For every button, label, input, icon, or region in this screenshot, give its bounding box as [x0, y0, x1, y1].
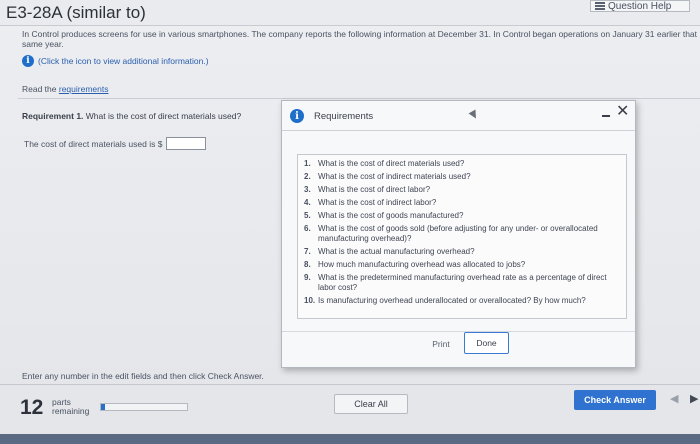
minimize-button[interactable]: [602, 115, 610, 117]
requirement-item: 10. Is manufacturing overhead underalloca…: [304, 296, 622, 306]
info-icon: i: [290, 109, 304, 123]
progress-fill: [101, 404, 106, 410]
requirement-number: 4.: [304, 198, 311, 208]
additional-info-text[interactable]: (Click the icon to view additional infor…: [38, 56, 209, 66]
requirement-item: 7. What is the actual manufacturing overh…: [304, 247, 622, 257]
info-icon[interactable]: i: [22, 55, 34, 67]
requirement-item: 4. What is the cost of indirect labor?: [304, 198, 622, 208]
requirement-item-text: What is the predetermined manufacturing …: [318, 273, 607, 292]
answer-prefix: The cost of direct materials used is $: [24, 138, 163, 149]
read-requirements-prefix: Read the: [22, 84, 59, 94]
requirement-number: 8.: [304, 260, 311, 270]
requirements-link[interactable]: requirements: [59, 84, 109, 94]
previous-arrow-icon[interactable]: ◀: [670, 392, 678, 405]
parts-label-line2: remaining: [52, 406, 90, 416]
requirement-item: 5. What is the cost of goods manufactured…: [304, 211, 622, 221]
question-help-label: Question Help: [608, 0, 672, 12]
requirement-item-text: What is the cost of indirect materials u…: [318, 172, 471, 182]
requirement-number: 3.: [304, 185, 311, 195]
requirement-item-text: What is the cost of goods sold (before a…: [318, 224, 598, 243]
done-button[interactable]: Done: [464, 332, 509, 354]
additional-info-link[interactable]: i (Click the icon to view additional inf…: [22, 55, 209, 67]
next-arrow-icon[interactable]: ▶: [690, 392, 698, 405]
parts-count: 12: [20, 396, 44, 419]
question-help-button[interactable]: Question Help: [590, 0, 690, 12]
requirement-number: 6.: [304, 224, 311, 234]
requirement-number: 10.: [304, 295, 316, 305]
requirement-item-text: Is manufacturing overhead underallocated…: [318, 295, 586, 305]
requirement-item: 1. What is the cost of direct materials u…: [304, 159, 622, 169]
requirement-number: 1.: [304, 159, 311, 168]
requirement-item-text: What is the cost of goods manufactured?: [318, 211, 464, 221]
modal-footer-divider: [282, 331, 635, 332]
page: E3-28A (similar to) Question Help In Con…: [0, 0, 700, 444]
requirement-item-text: What is the actual manufacturing overhea…: [318, 247, 475, 257]
requirement-item: 9. What is the predetermined manufacturin…: [304, 273, 622, 292]
parts-label: parts remaining: [52, 398, 89, 416]
read-requirements: Read the requirements: [22, 84, 108, 94]
requirement-number: 2.: [304, 172, 311, 182]
requirement-number: 7.: [304, 247, 311, 257]
answer-input[interactable]: [166, 137, 207, 150]
modal-header: i Requirements ✕: [282, 101, 635, 131]
check-answer-button[interactable]: Check Answer: [574, 390, 656, 410]
requirement-question: Requirement 1. What is the cost of direc…: [22, 111, 241, 121]
answer-row: The cost of direct materials used is $: [24, 137, 207, 150]
requirement-item-text: What is the cost of indirect labor?: [318, 198, 437, 208]
requirement-label: Requirement 1.: [22, 111, 84, 121]
progress-bar: [100, 403, 188, 411]
divider: [18, 98, 700, 99]
clear-all-button[interactable]: Clear All: [334, 394, 408, 414]
requirement-number: 5.: [304, 211, 311, 221]
requirement-item: 2. What is the cost of indirect materials…: [304, 172, 622, 182]
requirement-text: What is the cost of direct materials use…: [85, 111, 242, 121]
title-bar: E3-28A (similar to) Question Help: [0, 0, 700, 26]
requirements-list: 1. What is the cost of direct materials u…: [297, 154, 627, 319]
taskbar: [0, 434, 700, 444]
footer-note: Enter any number in the edit fields and …: [22, 371, 264, 381]
print-button[interactable]: Print: [422, 334, 460, 354]
close-icon[interactable]: ✕: [616, 104, 629, 120]
requirement-number: 9.: [304, 273, 311, 283]
menu-icon: [595, 2, 605, 10]
requirement-item-text: What is the cost of direct materials use…: [318, 159, 465, 168]
intro-text: In Control produces screens for use in v…: [22, 29, 698, 49]
requirement-item: 8. How much manufacturing overhead was al…: [304, 260, 622, 270]
requirement-item-text: How much manufacturing overhead was allo…: [318, 260, 526, 270]
requirement-item: 3. What is the cost of direct labor?: [304, 185, 622, 195]
requirement-item-text: What is the cost of direct labor?: [318, 185, 431, 195]
cursor-icon: [468, 109, 480, 121]
requirement-item: 6. What is the cost of goods sold (before…: [304, 224, 622, 243]
problem-title: E3-28A (similar to): [6, 3, 146, 22]
requirements-modal: i Requirements ✕ 1. What is the cost of d…: [281, 100, 636, 368]
modal-title: Requirements: [314, 111, 374, 122]
